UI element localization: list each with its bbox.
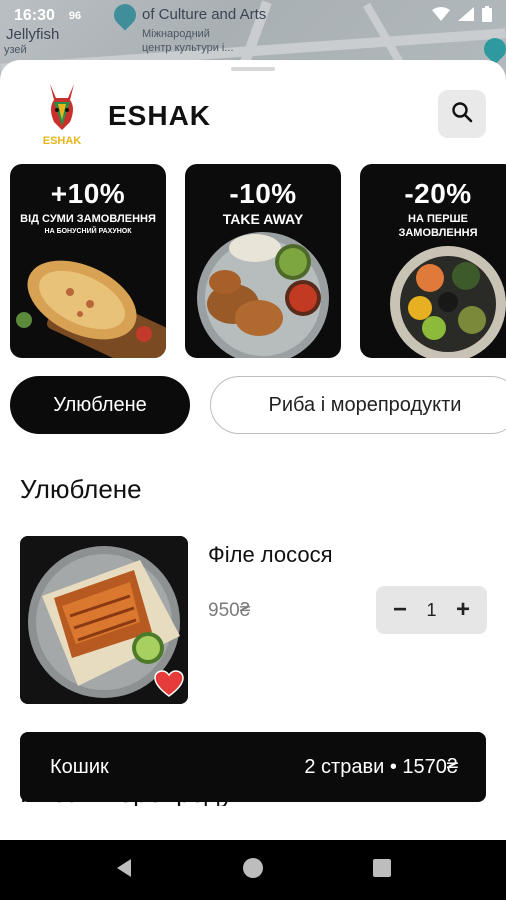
brand-name: ESHAK [108,100,212,131]
cart-label: Кошик [50,755,109,778]
quantity-value: 1 [426,599,437,620]
map-label-center2: центр культури і... [142,42,234,54]
status-bar: 16:30 96 [0,0,506,32]
favorite-heart-icon[interactable] [154,670,184,698]
promo-banner-1[interactable]: +10% ВІД СУМИ ЗАМОВЛЕННЯ НА БОНУСНИЙ РАХ… [10,164,166,358]
svg-text:ESHAK: ESHAK [43,135,82,147]
status-badge: 96 [68,10,82,22]
promo-line1: ВІД СУМИ ЗАМОВЛЕННЯ [20,213,156,225]
bowl-image [390,246,506,358]
category-chips: Улюблене Риба і морепродукти [10,376,506,436]
promo-headline: -20% [404,178,472,209]
section-title: Улюблене [20,474,142,504]
chip-fish-seafood[interactable]: Риба і морепродукти [210,376,506,434]
system-nav-bar [0,840,506,900]
back-button[interactable] [109,855,139,885]
cart-summary: 2 страви • 1570₴ [304,755,458,778]
recents-square-icon [372,858,391,882]
map-label-muzej: узей [4,44,27,56]
header: ESHAK ESHAK [0,80,506,150]
search-icon [451,101,473,128]
decrease-button[interactable]: − [390,598,410,622]
promo-headline: -10% [229,178,297,209]
product-price: 950₴ [208,600,251,621]
battery-icon [482,5,492,27]
quantity-stepper: − 1 + [376,586,487,634]
cart-bar[interactable]: Кошик 2 страви • 1570₴ [20,732,486,802]
signal-icon [458,6,474,26]
back-triangle-icon [115,858,133,883]
wifi-icon [432,6,450,26]
promo-carousel[interactable]: +10% ВІД СУМИ ЗАМОВЛЕННЯ НА БОНУСНИЙ РАХ… [10,164,506,358]
search-button[interactable] [438,90,486,138]
promo-banner-3[interactable]: -20% НА ПЕРШЕ ЗАМОВЛЕННЯ [360,164,506,358]
restaurant-sheet: ESHAK ESHAK +10% ВІД СУМИ ЗАМОВЛЕННЯ НА … [0,60,506,850]
increase-button[interactable]: + [453,598,473,622]
eshak-logo: ESHAK [36,82,88,148]
product-card[interactable]: Філе лосося 950₴ − 1 + [20,536,487,706]
promo-banner-2[interactable]: -10% TAKE AWAY [185,164,341,358]
chip-favorites[interactable]: Улюблене [10,376,190,434]
promo-line1: НА ПЕРШЕ [408,213,468,225]
kebab-plate-image [197,232,329,358]
recents-button[interactable] [367,855,397,885]
status-time: 16:30 [14,7,55,24]
promo-headline: +10% [50,178,126,209]
home-circle-icon [242,857,264,884]
drag-handle[interactable] [231,67,275,71]
home-button[interactable] [238,855,268,885]
pide-image [16,260,166,358]
product-name: Філе лосося [208,542,333,567]
